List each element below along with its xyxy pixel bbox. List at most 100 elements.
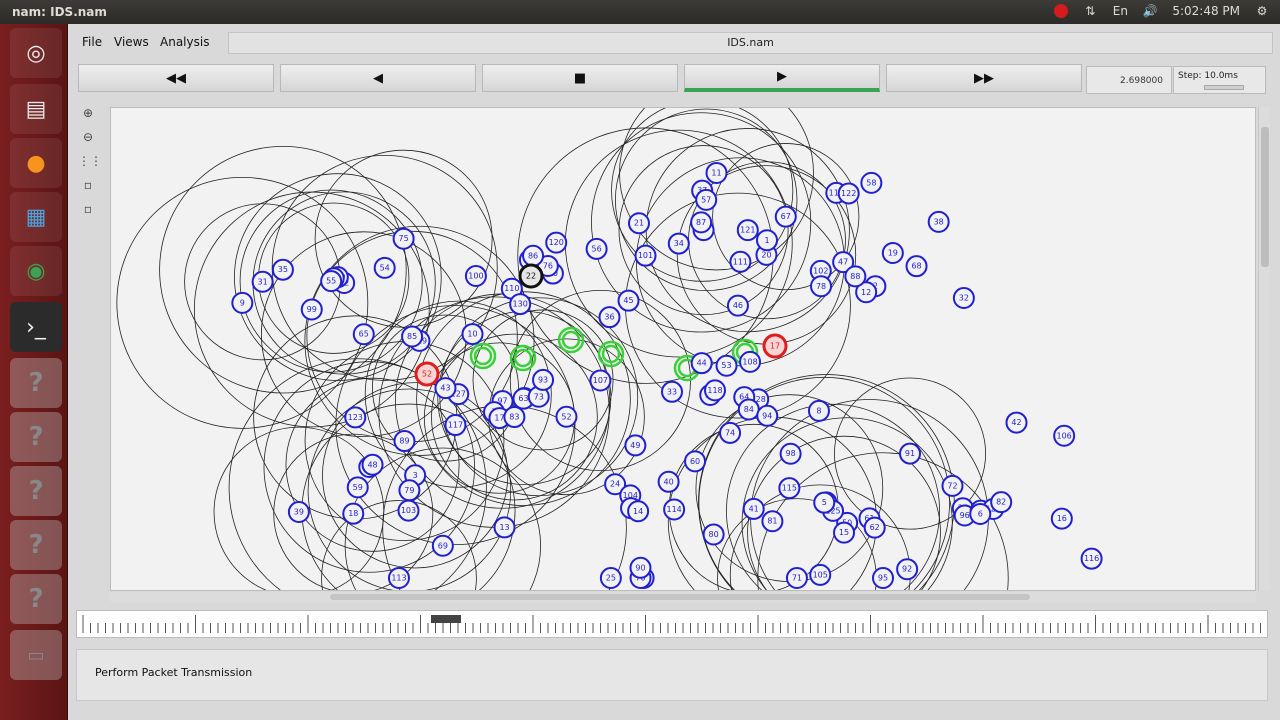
network-node[interactable]: 45 xyxy=(617,289,640,312)
network-node[interactable]: 115 xyxy=(778,477,801,500)
network-node[interactable]: 18 xyxy=(342,502,365,525)
network-node[interactable]: 116 xyxy=(1080,547,1103,570)
network-node[interactable]: 33 xyxy=(661,380,684,403)
network-node[interactable]: 84 xyxy=(737,398,760,421)
network-node[interactable]: 46 xyxy=(726,294,749,317)
keyboard-lang-indicator[interactable]: En xyxy=(1112,3,1128,19)
network-node[interactable]: 43 xyxy=(434,377,457,400)
network-node[interactable]: 25 xyxy=(599,567,622,589)
unknown-app-icon[interactable]: ? xyxy=(10,358,62,408)
network-node[interactable]: 8 xyxy=(807,399,830,422)
network-node[interactable]: 52 xyxy=(555,405,578,428)
ubuntu-icon[interactable]: ◎ xyxy=(10,28,62,78)
browser-icon[interactable]: ◉ xyxy=(10,246,62,296)
vertical-scroll-thumb[interactable] xyxy=(1261,127,1269,267)
network-node[interactable]: 44 xyxy=(690,352,713,375)
network-node[interactable]: 57 xyxy=(695,188,718,211)
network-node[interactable]: 123 xyxy=(344,406,367,429)
network-node[interactable]: 117 xyxy=(444,414,467,437)
network-node[interactable]: 83 xyxy=(503,406,526,429)
network-node[interactable]: 72 xyxy=(941,474,964,497)
network-node[interactable]: 100 xyxy=(464,265,487,288)
network-node[interactable]: 55 xyxy=(320,270,343,293)
select-icon[interactable]: ▫ xyxy=(78,202,98,220)
network-node[interactable]: 88 xyxy=(844,265,867,288)
step-control[interactable]: Step: 10.0ms xyxy=(1173,66,1266,94)
horizontal-scroll-thumb[interactable] xyxy=(330,594,1030,600)
network-node[interactable]: 41 xyxy=(742,497,765,520)
network-node[interactable]: 114 xyxy=(663,498,686,521)
network-node[interactable]: 111 xyxy=(729,250,752,273)
network-node[interactable]: 103 xyxy=(397,499,420,522)
network-node[interactable]: 106 xyxy=(1053,424,1076,447)
network-node[interactable]: 90 xyxy=(629,556,652,579)
network-node[interactable]: 38 xyxy=(927,210,950,233)
firefox-icon[interactable]: ● xyxy=(10,138,62,188)
source-node[interactable]: 22 xyxy=(518,263,544,289)
network-node[interactable]: 34 xyxy=(667,232,690,255)
clock[interactable]: 5:02:48 PM xyxy=(1172,4,1240,18)
menu-views[interactable]: Views xyxy=(114,35,149,49)
network-node[interactable]: 71 xyxy=(785,567,808,589)
files-icon[interactable]: ▤ xyxy=(10,84,62,134)
unknown-app-icon[interactable]: ? xyxy=(10,574,62,624)
record-icon[interactable] xyxy=(1054,4,1069,18)
network-node[interactable]: 60 xyxy=(684,450,707,473)
network-node[interactable]: 5 xyxy=(813,491,836,514)
grid-icon[interactable]: ⋮⋮ xyxy=(78,154,102,172)
network-node[interactable]: 108 xyxy=(739,350,762,373)
menu-analysis[interactable]: Analysis xyxy=(160,35,209,49)
edit-icon[interactable]: ▫ xyxy=(78,178,98,196)
network-node[interactable]: 11 xyxy=(705,161,728,184)
horizontal-scrollbar[interactable] xyxy=(110,592,1256,602)
network-node[interactable]: 67 xyxy=(774,205,797,228)
network-node[interactable]: 94 xyxy=(756,404,779,427)
network-node[interactable]: 10 xyxy=(461,323,484,346)
network-node[interactable]: 80 xyxy=(702,523,725,546)
network-node[interactable]: 65 xyxy=(352,323,375,346)
network-node[interactable]: 62 xyxy=(863,516,886,539)
network-node[interactable]: 1 xyxy=(755,229,778,252)
rewind-button[interactable]: ◀ xyxy=(280,64,476,92)
fast-rewind-button[interactable]: ◀◀ xyxy=(78,64,274,92)
network-node[interactable]: 101 xyxy=(634,244,657,267)
network-node[interactable]: 53 xyxy=(715,354,738,377)
network-node[interactable]: 93 xyxy=(532,368,555,391)
network-node[interactable]: 59 xyxy=(346,476,369,499)
network-node[interactable]: 113 xyxy=(387,567,410,589)
network-node[interactable]: 32 xyxy=(952,286,975,309)
unknown-app-icon[interactable]: ? xyxy=(10,412,62,462)
network-node[interactable]: 74 xyxy=(719,421,742,444)
network-node[interactable]: 40 xyxy=(657,470,680,493)
network-node[interactable]: 48 xyxy=(361,453,384,476)
menu-file[interactable]: File xyxy=(82,35,102,49)
network-node[interactable]: 92 xyxy=(896,558,919,581)
network-node[interactable]: 98 xyxy=(779,442,802,465)
terminal-icon[interactable]: ›_ xyxy=(10,302,62,352)
network-node[interactable]: 121 xyxy=(736,219,759,242)
network-node[interactable]: 39 xyxy=(287,500,310,523)
network-node[interactable]: 49 xyxy=(624,434,647,457)
trash-icon[interactable]: ▭ xyxy=(10,630,62,680)
network-node[interactable]: 122 xyxy=(837,182,860,205)
network-node[interactable]: 35 xyxy=(271,258,294,281)
network-node[interactable]: 75 xyxy=(392,227,415,250)
network-animation-canvas[interactable]: 3130343229252627282322212019182495969798… xyxy=(110,107,1256,591)
network-node[interactable]: 95 xyxy=(871,567,894,589)
unknown-app-icon[interactable]: ? xyxy=(10,466,62,516)
network-node[interactable]: 19 xyxy=(881,242,904,265)
network-node[interactable]: 56 xyxy=(585,237,608,260)
malicious-node[interactable]: 17 xyxy=(762,333,788,359)
volume-icon[interactable]: 🔊 xyxy=(1142,3,1158,19)
stop-button[interactable]: ■ xyxy=(482,64,678,92)
document-icon[interactable]: ▦ xyxy=(10,192,62,242)
network-node[interactable]: 14 xyxy=(627,500,650,523)
settings-gear-icon[interactable]: ⚙ xyxy=(1254,3,1270,19)
fast-forward-button[interactable]: ▶▶ xyxy=(886,64,1082,92)
network-node[interactable]: 82 xyxy=(990,491,1013,514)
network-node[interactable]: 16 xyxy=(1050,507,1073,530)
network-node[interactable]: 79 xyxy=(398,479,421,502)
network-node[interactable]: 6 xyxy=(969,502,992,525)
network-node[interactable]: 58 xyxy=(860,171,883,194)
play-button[interactable]: ▶ xyxy=(684,64,880,92)
